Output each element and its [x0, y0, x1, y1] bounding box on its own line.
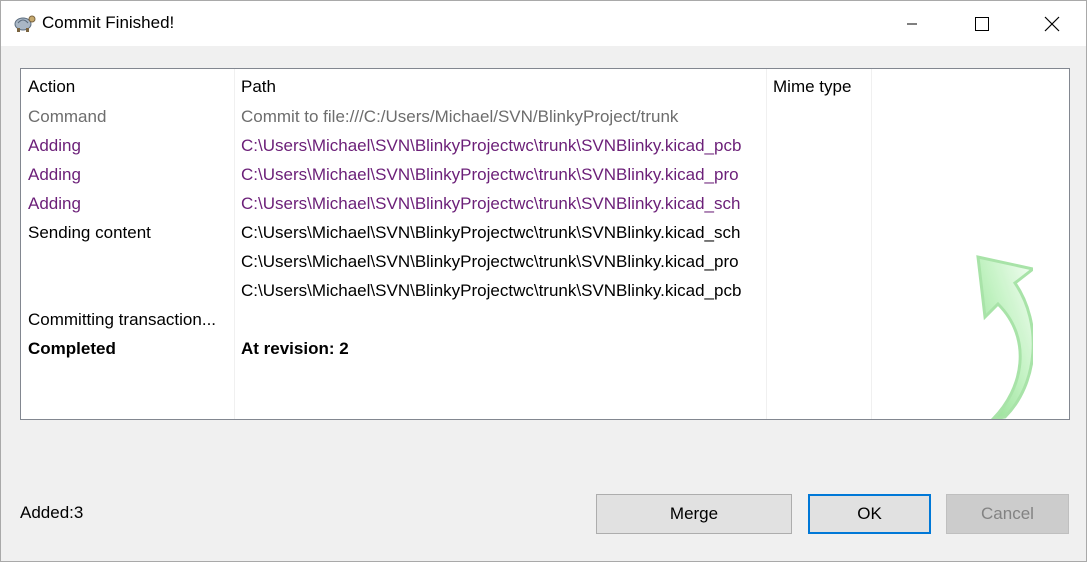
row-path: C:\Users\Michael\SVN\BlinkyProjectwc\tru…: [241, 194, 741, 213]
row-action: Sending content: [28, 223, 151, 242]
column-divider: [871, 69, 872, 419]
title-bar[interactable]: Commit Finished!: [1, 1, 1086, 46]
row-action: Adding: [28, 136, 81, 155]
column-header-mime-type[interactable]: Mime type: [773, 77, 851, 97]
commit-finished-window: Commit Finished! Action Path Mime type C…: [0, 0, 1087, 562]
row-action: Command: [28, 107, 107, 126]
close-button[interactable]: [1017, 1, 1087, 46]
maximize-icon: [975, 16, 989, 31]
minimize-icon: [907, 23, 917, 24]
column-divider: [766, 69, 767, 419]
row-action: Adding: [28, 194, 81, 213]
commit-result-list[interactable]: Action Path Mime type Command Commit to …: [20, 68, 1070, 420]
tortoise-icon: [12, 12, 36, 34]
row-path: C:\Users\Michael\SVN\BlinkyProjectwc\tru…: [241, 136, 742, 155]
row-action-completed: Completed: [28, 339, 116, 358]
row-action: Committing transaction...: [28, 310, 217, 329]
window-title: Commit Finished!: [42, 13, 175, 32]
maximize-button[interactable]: [947, 1, 1017, 46]
row-path: C:\Users\Michael\SVN\BlinkyProjectwc\tru…: [241, 252, 739, 271]
minimize-button[interactable]: [877, 1, 947, 46]
green-arrow-icon: [976, 255, 1033, 419]
ok-button[interactable]: OK: [808, 494, 931, 534]
row-action: Adding: [28, 165, 81, 184]
column-divider: [234, 69, 235, 419]
merge-button[interactable]: Merge: [596, 494, 792, 534]
row-path: C:\Users\Michael\SVN\BlinkyProjectwc\tru…: [241, 223, 741, 242]
column-header-action[interactable]: Action: [28, 77, 75, 97]
status-added-count: Added:3: [20, 503, 84, 522]
close-icon: [1044, 16, 1060, 31]
row-path: C:\Users\Michael\SVN\BlinkyProjectwc\tru…: [241, 281, 742, 300]
row-path: C:\Users\Michael\SVN\BlinkyProjectwc\tru…: [241, 165, 739, 184]
row-path-revision: At revision: 2: [241, 339, 349, 358]
row-path: Commit to file:///C:/Users/Michael/SVN/B…: [241, 107, 679, 126]
cancel-button[interactable]: Cancel: [946, 494, 1069, 534]
column-header-path[interactable]: Path: [241, 77, 276, 97]
